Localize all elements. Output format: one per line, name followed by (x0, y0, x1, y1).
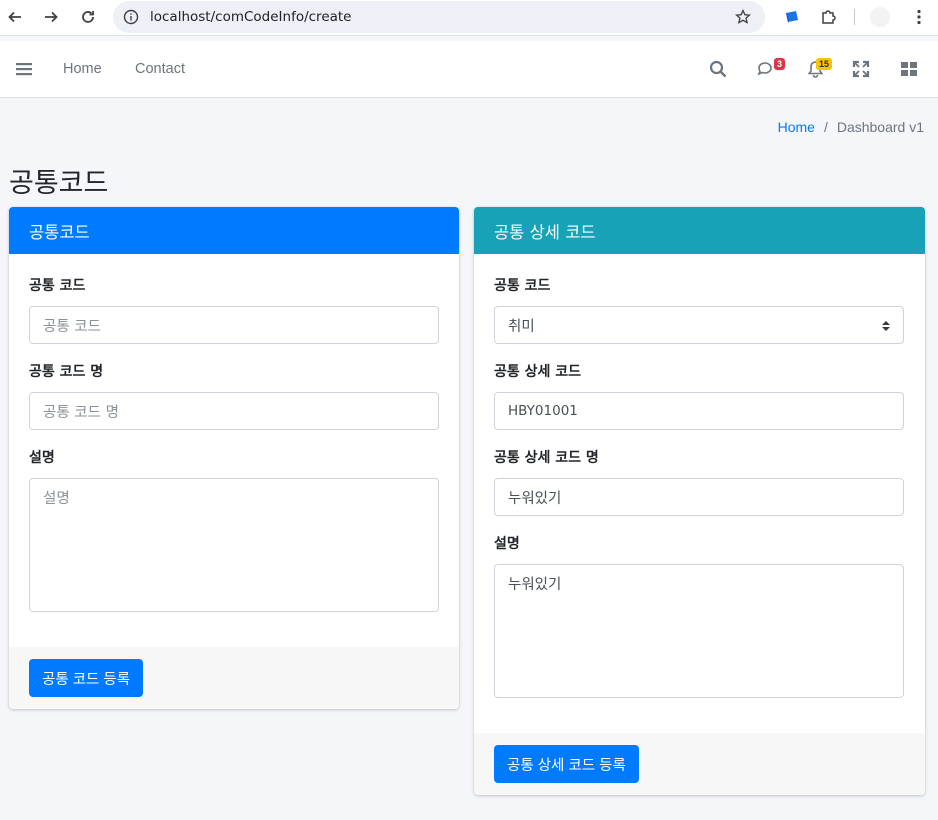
extension-icon[interactable] (783, 8, 801, 26)
reload-icon[interactable] (76, 5, 100, 29)
common-code-select-label: 공통 코드 (494, 278, 551, 294)
profile-avatar[interactable] (870, 7, 890, 27)
common-code-selected-value: 취미 (508, 318, 535, 335)
select-caret-icon (882, 321, 890, 331)
register-common-code-button[interactable]: 공통 코드 등록 (29, 659, 144, 697)
forward-icon[interactable] (39, 5, 63, 29)
bookmark-star-icon[interactable] (735, 9, 751, 25)
extensions-puzzle-icon[interactable] (819, 8, 837, 26)
detail-code-label: 공통 상세 코드 (494, 364, 582, 380)
common-code-card-header: 공통코드 (9, 207, 459, 254)
description-textarea[interactable]: 설명 (29, 478, 439, 612)
detail-code-name-input[interactable]: 누워있기 (494, 478, 904, 516)
common-code-card: 공통코드 공통 코드 공통 코드 공통 코드 명 공통 코드 명 설명 설명 공… (9, 207, 459, 709)
breadcrumb: Home / Dashboard v1 (778, 119, 924, 135)
site-info-icon[interactable] (123, 9, 139, 25)
description-label: 설명 (29, 450, 55, 466)
main-navbar: Home Contact 3 15 (0, 41, 938, 98)
back-icon[interactable] (3, 5, 27, 29)
page-title: 공통코드 (9, 168, 109, 199)
register-detail-code-button[interactable]: 공통 상세 코드 등록 (494, 745, 639, 783)
common-code-card-footer: 공통 코드 등록 (9, 647, 459, 709)
url-text: localhost/comCodeInfo/create (150, 9, 352, 25)
breadcrumb-separator: / (823, 119, 828, 135)
search-icon[interactable] (709, 60, 727, 78)
detail-description-textarea[interactable]: 누워있기 (494, 564, 904, 698)
common-code-select[interactable]: 취미 (494, 306, 904, 344)
browser-toolbar: localhost/comCodeInfo/create (0, 0, 938, 36)
messages-badge: 3 (774, 58, 786, 70)
hamburger-menu-icon[interactable] (15, 61, 33, 77)
more-menu-icon[interactable] (910, 8, 928, 26)
detail-code-name-label: 공통 상세 코드 명 (494, 450, 599, 466)
common-code-label: 공통 코드 (29, 278, 86, 294)
common-code-input[interactable]: 공통 코드 (29, 306, 439, 344)
common-detail-code-card-footer: 공통 상세 코드 등록 (474, 733, 925, 795)
detail-description-label: 설명 (494, 536, 520, 552)
grid-apps-icon[interactable] (900, 60, 918, 78)
toolbar-divider (854, 9, 855, 25)
messages-button[interactable]: 3 (757, 58, 786, 80)
breadcrumb-home-link[interactable]: Home (778, 119, 815, 135)
fullscreen-expand-icon[interactable] (852, 60, 870, 78)
common-detail-code-card: 공통 상세 코드 공통 코드 취미 공통 상세 코드 HBY01001 공통 상… (474, 207, 925, 795)
address-bar[interactable]: localhost/comCodeInfo/create (113, 1, 765, 33)
nav-link-home[interactable]: Home (63, 61, 102, 77)
common-code-name-label: 공통 코드 명 (29, 364, 104, 380)
notifications-badge: 15 (816, 58, 833, 70)
detail-code-input[interactable]: HBY01001 (494, 392, 904, 430)
breadcrumb-current: Dashboard v1 (836, 119, 924, 135)
common-detail-code-card-header: 공통 상세 코드 (474, 207, 925, 254)
nav-link-contact[interactable]: Contact (135, 61, 185, 77)
comments-icon (757, 62, 772, 76)
common-code-name-input[interactable]: 공통 코드 명 (29, 392, 439, 430)
notifications-button[interactable]: 15 (807, 58, 833, 80)
